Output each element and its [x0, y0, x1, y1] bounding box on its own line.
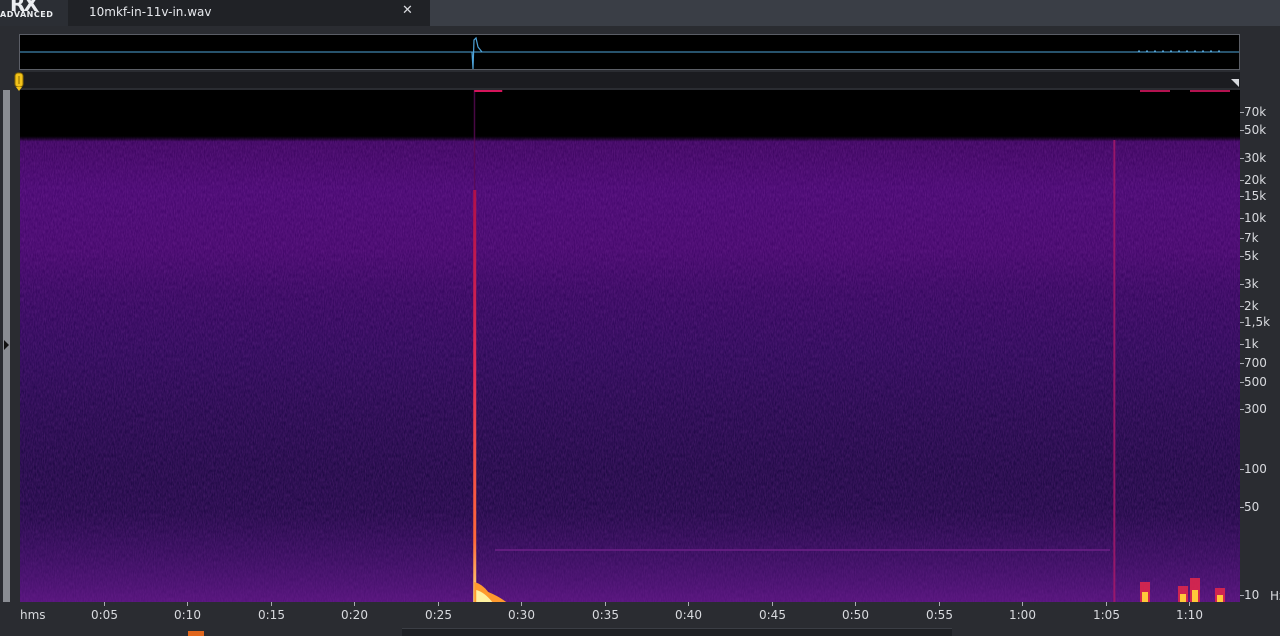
- time-tick: [271, 602, 272, 606]
- overview-waveform-spike: [471, 36, 483, 69]
- time-label: 0:05: [91, 608, 118, 622]
- frequency-label: 50k: [1244, 123, 1267, 137]
- time-tick: [1106, 602, 1107, 606]
- time-label: 0:35: [592, 608, 619, 622]
- logo-subtitle: ADVANCED: [0, 10, 54, 19]
- time-tick: [939, 602, 940, 606]
- frequency-label: 7k: [1244, 231, 1259, 245]
- frequency-label: 50: [1244, 500, 1260, 514]
- file-tab[interactable]: 10mkf-in-11v-in.wav ✕: [68, 0, 430, 26]
- frequency-label: 15k: [1244, 189, 1267, 203]
- transient-streak: [473, 190, 477, 602]
- time-label: 0:20: [341, 608, 368, 622]
- time-label: 0:10: [174, 608, 201, 622]
- frequency-label: 10: [1244, 588, 1260, 602]
- time-label: 1:00: [1009, 608, 1036, 622]
- transient-top-marker: [474, 90, 503, 92]
- end-top-marker: [1140, 90, 1170, 92]
- record-indicator-icon[interactable]: [188, 631, 204, 636]
- frequency-label: 30k: [1244, 151, 1267, 165]
- time-tick: [1189, 602, 1190, 606]
- time-label: 0:50: [842, 608, 869, 622]
- time-tick: [855, 602, 856, 606]
- frequency-label: 2k: [1244, 299, 1259, 313]
- time-label: 0:40: [675, 608, 702, 622]
- time-tick: [187, 602, 188, 606]
- file-tab-label[interactable]: 10mkf-in-11v-in.wav: [89, 5, 211, 19]
- transient-line-2: [1113, 140, 1116, 602]
- time-tick: [521, 602, 522, 606]
- time-tick: [104, 602, 105, 606]
- time-tick: [688, 602, 689, 606]
- waveform-overview[interactable]: [19, 34, 1240, 70]
- time-unit-label: hms: [20, 608, 46, 622]
- time-tick: [354, 602, 355, 606]
- time-label: 0:45: [759, 608, 786, 622]
- close-tab-icon[interactable]: ✕: [402, 3, 413, 18]
- spectrogram-texture: [20, 90, 1240, 602]
- frequency-label: 100: [1244, 462, 1267, 476]
- end-burst-core: [1217, 595, 1223, 602]
- time-tick: [438, 602, 439, 606]
- playhead-handle-icon[interactable]: [13, 72, 25, 92]
- time-label: 1:05: [1093, 608, 1120, 622]
- hum-line: [495, 549, 1110, 551]
- frequency-label: 20k: [1244, 173, 1267, 187]
- frequency-label: 10k: [1244, 211, 1267, 225]
- frequency-label: 1k: [1244, 337, 1259, 351]
- transient-streak-top: [473, 90, 476, 190]
- frequency-unit-label: Hz: [1270, 589, 1280, 603]
- end-burst-core: [1142, 592, 1148, 602]
- timeline-scroll-strip[interactable]: [19, 72, 1240, 88]
- frequency-label: 70k: [1244, 105, 1267, 119]
- tab-bar: RX ADVANCED 10mkf-in-11v-in.wav ✕: [0, 0, 1280, 26]
- frequency-label: 1,5k: [1244, 315, 1271, 329]
- selection-end-marker-icon[interactable]: [1231, 79, 1239, 87]
- time-label: 0:15: [258, 608, 285, 622]
- frequency-label: 700: [1244, 356, 1267, 370]
- time-tick: [772, 602, 773, 606]
- frequency-label: 500: [1244, 375, 1267, 389]
- end-top-marker: [1190, 90, 1230, 92]
- time-label: 1:10: [1176, 608, 1203, 622]
- bottom-toolbar: [402, 628, 952, 636]
- expand-arrow-icon[interactable]: [4, 340, 9, 350]
- time-label: 0:55: [926, 608, 953, 622]
- end-burst-core: [1192, 590, 1198, 602]
- frequency-label: 300: [1244, 402, 1267, 416]
- spectrogram[interactable]: [20, 90, 1240, 602]
- end-burst-core: [1180, 594, 1186, 602]
- time-label: 0:30: [508, 608, 535, 622]
- time-tick: [1022, 602, 1023, 606]
- time-tick: [605, 602, 606, 606]
- frequency-label: 3k: [1244, 277, 1259, 291]
- frequency-label: 5k: [1244, 249, 1259, 263]
- time-label: 0:25: [425, 608, 452, 622]
- app-logo: RX ADVANCED: [0, 0, 68, 26]
